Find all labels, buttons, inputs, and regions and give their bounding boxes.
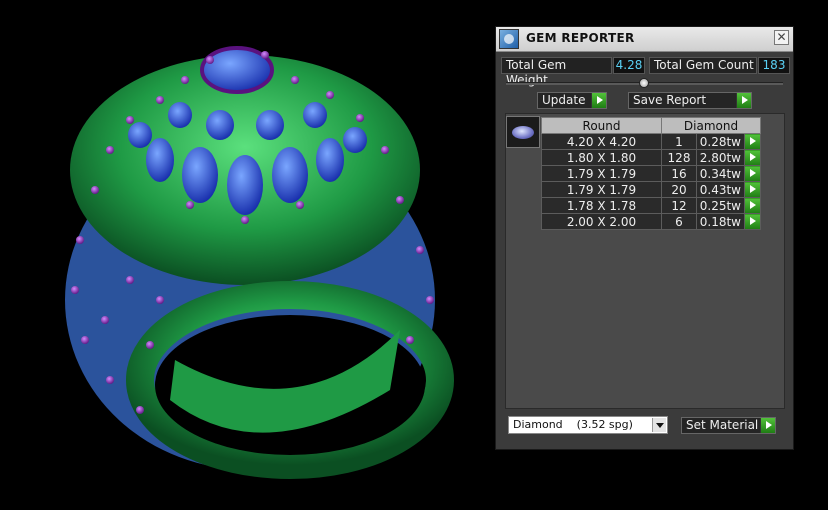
- table-row: 1.78 X 1.78 12 0.25tw: [541, 197, 761, 214]
- table-row: 1.80 X 1.80 128 2.80tw: [541, 149, 761, 166]
- gem-count: 6: [661, 213, 697, 230]
- gem-count: 20: [661, 181, 697, 198]
- gem-table: Round Diamond 4.20 X 4.20 1 0.28tw 1.80 …: [541, 117, 761, 230]
- gem-reporter-app-icon: [499, 29, 519, 49]
- gem-weight: 0.34tw: [696, 165, 745, 182]
- gem-weight: 0.18tw: [696, 213, 745, 230]
- table-row: 1.79 X 1.79 16 0.34tw: [541, 165, 761, 182]
- save-report-button-label: Save Report: [633, 93, 707, 107]
- row-play-arrow-button[interactable]: [744, 213, 761, 230]
- gem-size: 1.80 X 1.80: [541, 149, 662, 166]
- gem-size: 1.79 X 1.79: [541, 165, 662, 182]
- row-play-arrow-button[interactable]: [744, 197, 761, 214]
- gem-table-area: Round Diamond 4.20 X 4.20 1 0.28tw 1.80 …: [505, 113, 785, 409]
- column-header-material: Diamond: [661, 117, 761, 134]
- save-report-button[interactable]: Save Report: [628, 92, 752, 109]
- row-play-arrow-button[interactable]: [744, 149, 761, 166]
- gem-weight: 0.25tw: [696, 197, 745, 214]
- table-row: 1.79 X 1.79 20 0.43tw: [541, 181, 761, 198]
- ring-model: [65, 46, 454, 479]
- ring-3d-viewport[interactable]: [0, 0, 495, 510]
- gem-count: 1: [661, 133, 697, 150]
- round-gem-thumbnail[interactable]: [506, 116, 540, 148]
- panel-title: GEM REPORTER: [526, 31, 635, 45]
- slider-handle[interactable]: [639, 78, 649, 88]
- update-button-label: Update: [542, 93, 586, 107]
- table-row: 4.20 X 4.20 1 0.28tw: [541, 133, 761, 150]
- row-play-arrow-button[interactable]: [744, 133, 761, 150]
- set-material-button[interactable]: Set Material: [681, 417, 776, 434]
- gem-size: 4.20 X 4.20: [541, 133, 662, 150]
- panel-titlebar[interactable]: GEM REPORTER ✕: [496, 27, 793, 52]
- gem-count: 16: [661, 165, 697, 182]
- update-button[interactable]: Update: [537, 92, 607, 109]
- play-arrow-icon: [736, 93, 751, 108]
- material-select-value: Diamond (3.52 spg): [513, 418, 633, 431]
- gem-weight: 0.43tw: [696, 181, 745, 198]
- play-arrow-icon: [591, 93, 606, 108]
- play-arrow-icon: [760, 418, 775, 433]
- total-gem-weight-value: 4.28: [613, 57, 645, 74]
- chevron-down-icon: [652, 418, 666, 432]
- material-select[interactable]: Diamond (3.52 spg): [508, 416, 668, 434]
- total-gem-count-value: 183: [758, 57, 790, 74]
- total-gem-weight-label: Total Gem Weight: [501, 57, 612, 87]
- gem-weight: 0.28tw: [696, 133, 745, 150]
- close-button[interactable]: ✕: [774, 30, 789, 45]
- row-play-arrow-button[interactable]: [744, 165, 761, 182]
- gem-size: 2.00 X 2.00: [541, 213, 662, 230]
- gem-size: 1.79 X 1.79: [541, 181, 662, 198]
- total-gem-count-label: Total Gem Count: [649, 57, 757, 74]
- gem-weight: 2.80tw: [696, 149, 745, 166]
- table-row: 2.00 X 2.00 6 0.18tw: [541, 213, 761, 230]
- gem-reporter-panel: GEM REPORTER ✕ Total Gem Weight 4.28 Tot…: [495, 26, 794, 450]
- row-play-arrow-button[interactable]: [744, 181, 761, 198]
- gem-count: 128: [661, 149, 697, 166]
- column-header-shape: Round: [541, 117, 662, 134]
- gem-count: 12: [661, 197, 697, 214]
- gem-size: 1.78 X 1.78: [541, 197, 662, 214]
- set-material-button-label: Set Material: [686, 418, 759, 432]
